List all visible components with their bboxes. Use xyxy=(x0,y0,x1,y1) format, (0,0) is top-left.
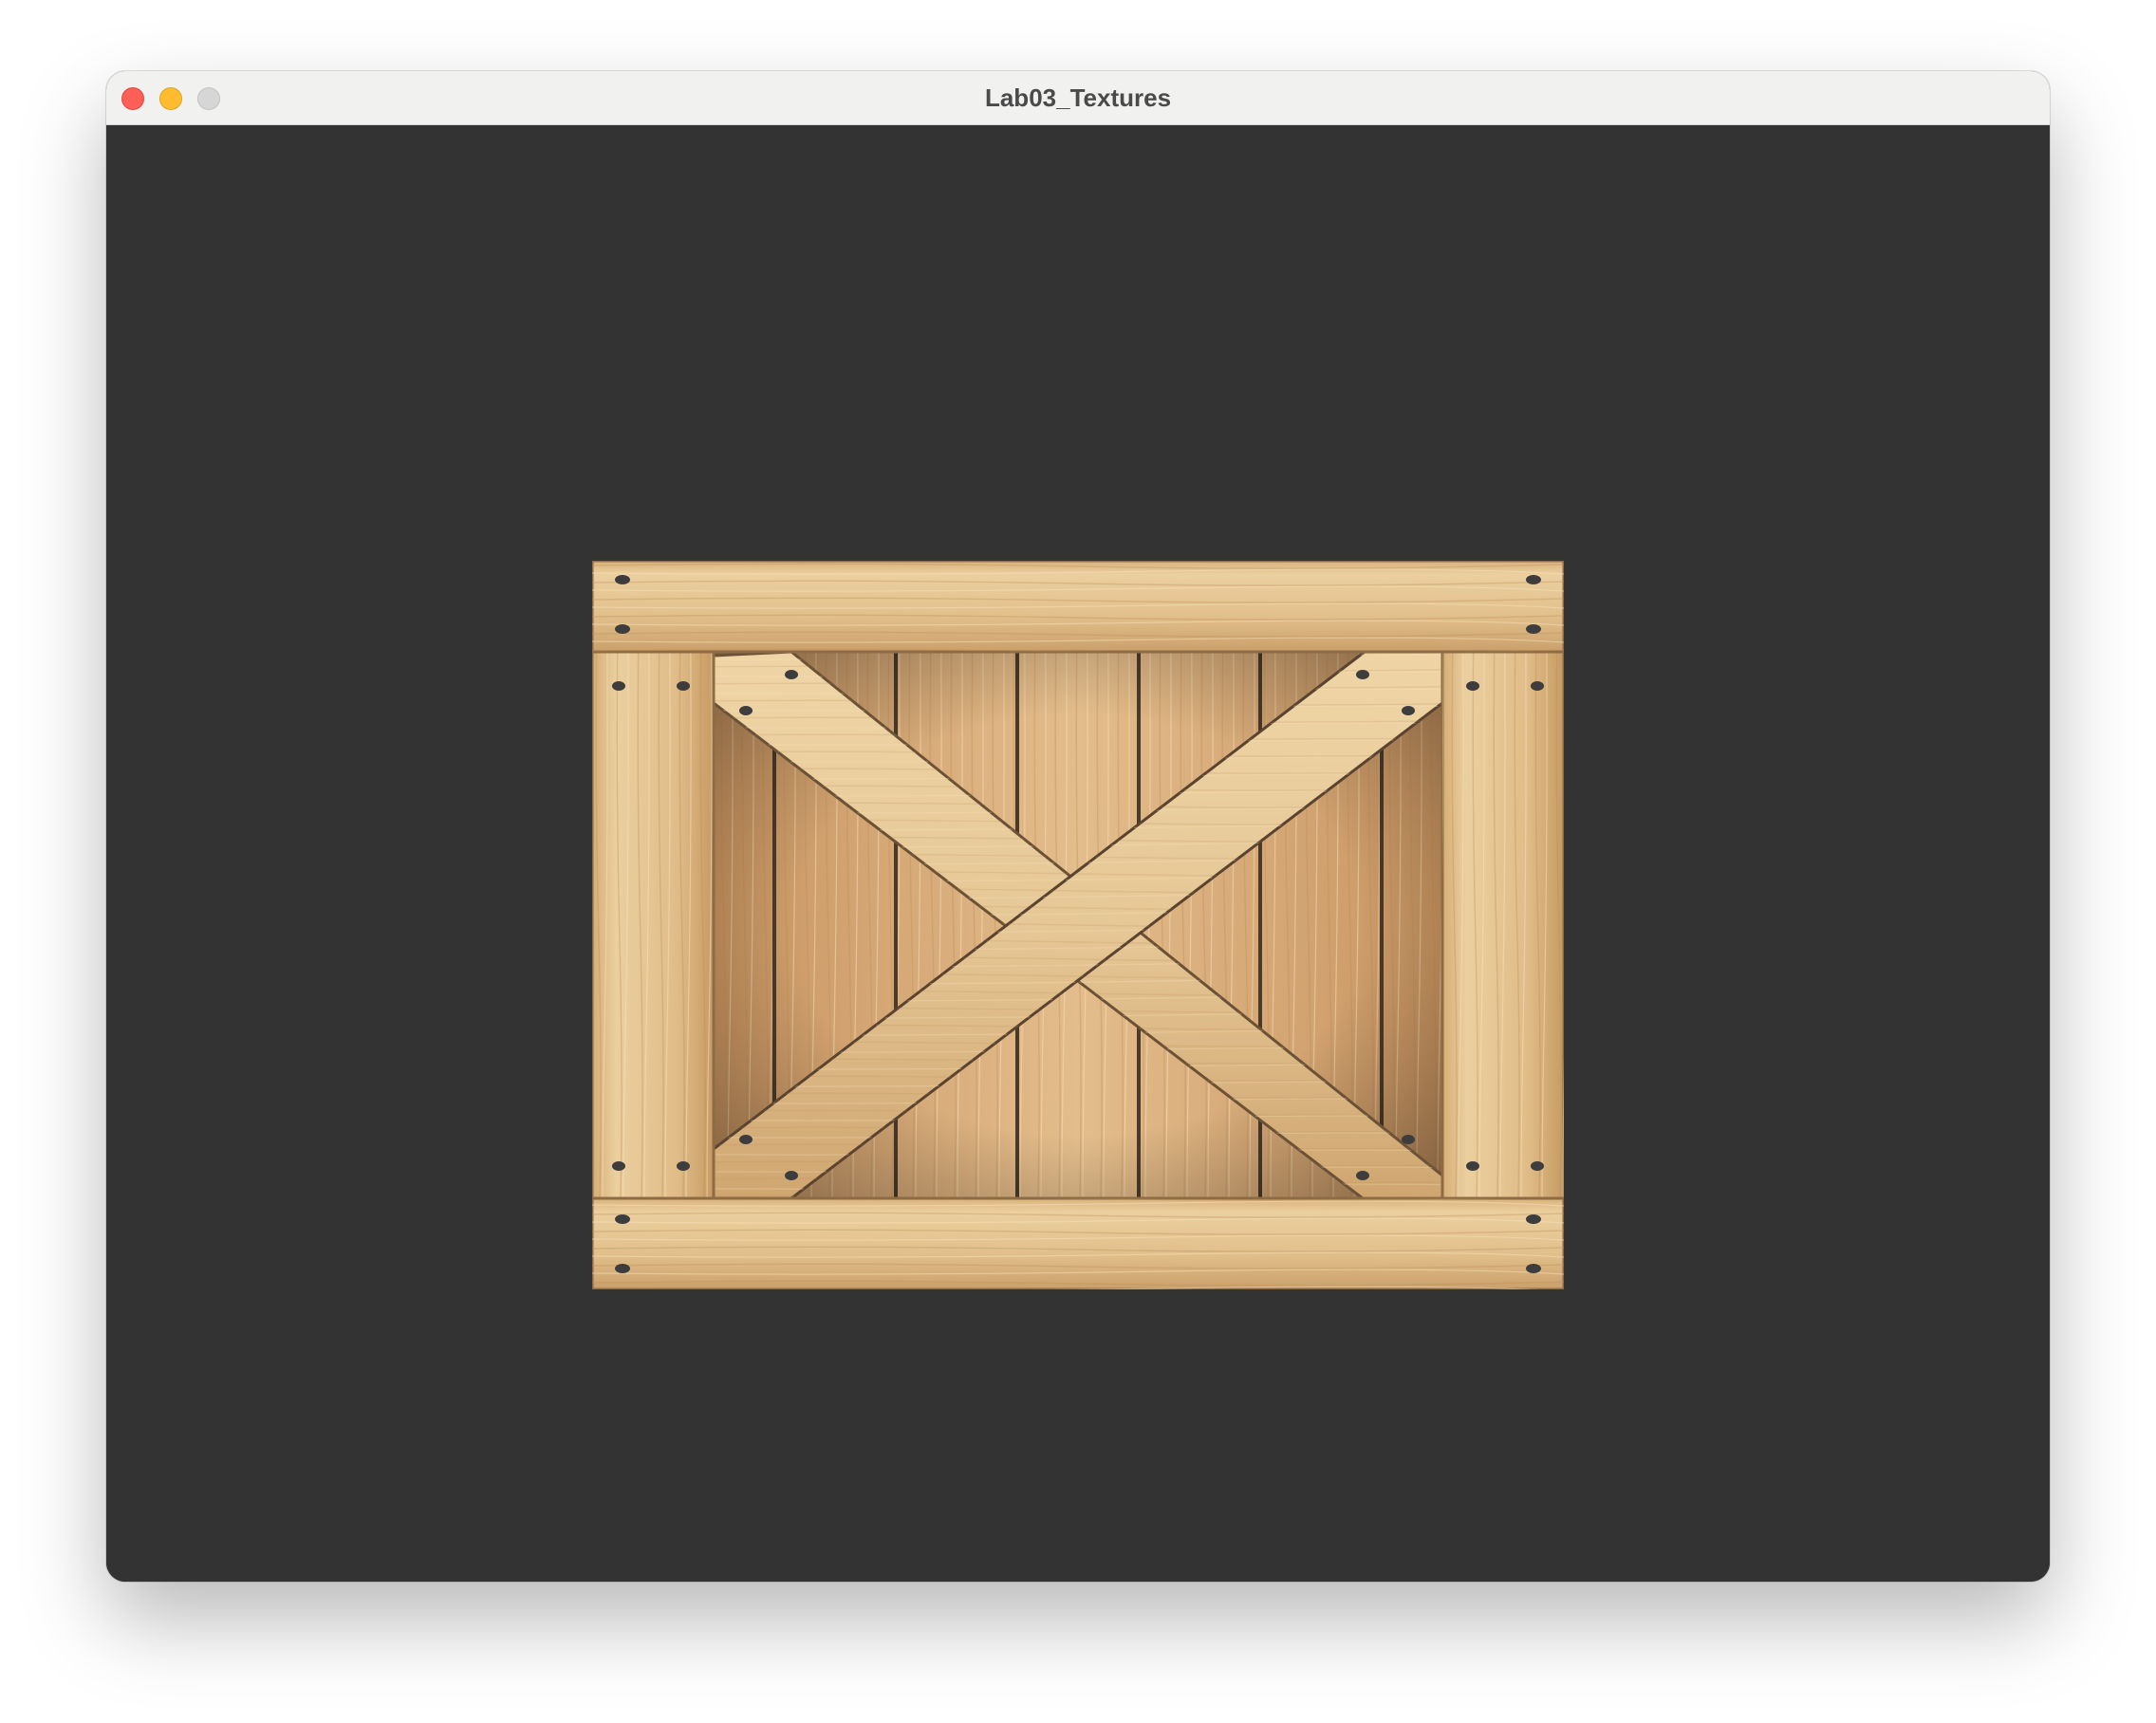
wooden-crate-texture xyxy=(592,561,1564,1289)
title-bar[interactable]: Lab03_Textures xyxy=(106,71,2050,125)
render-viewport[interactable] xyxy=(106,125,2050,1582)
app-window: Lab03_Textures xyxy=(106,71,2050,1582)
window-title: Lab03_Textures xyxy=(984,83,1172,112)
